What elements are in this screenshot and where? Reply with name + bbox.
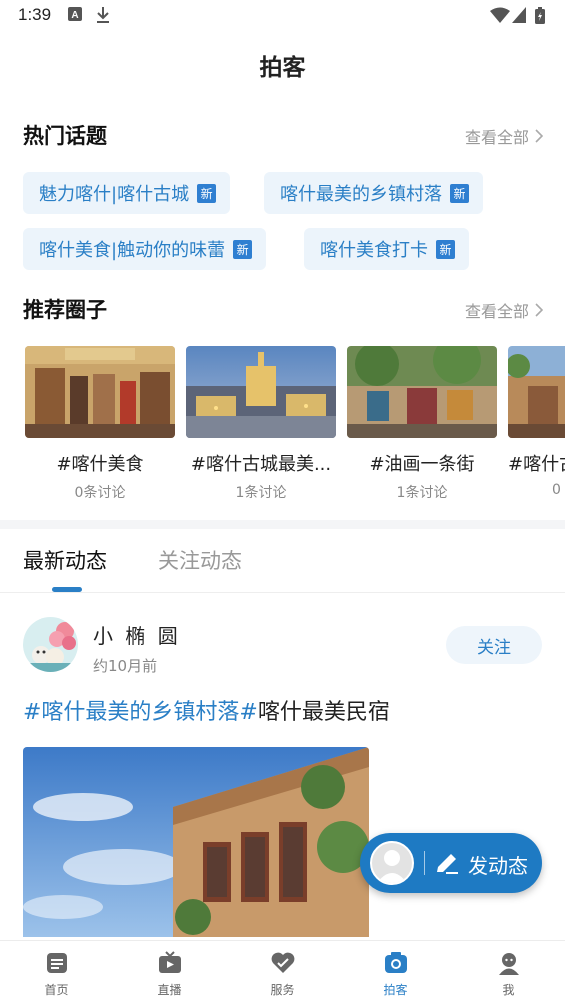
circles-header: 推荐圈子 查看全部 [23, 294, 543, 324]
download-icon [97, 7, 109, 23]
chevron-right-icon [535, 303, 543, 317]
section-divider [0, 520, 565, 529]
nav-label: 服务 [270, 983, 295, 997]
svg-text:A: A [71, 10, 78, 21]
circle-name: #油画一条街 [369, 454, 475, 475]
my-avatar [370, 841, 414, 885]
topic-label: 喀什美食|触动你的味蕾 [39, 240, 226, 261]
new-badge: 新 [233, 239, 253, 259]
circle-card[interactable]: #喀什古 0 [508, 346, 565, 498]
circle-card[interactable]: #喀什美食 0条讨论 [25, 346, 175, 502]
circles-title: 推荐圈子 [23, 298, 107, 322]
circle-image [508, 346, 565, 438]
circle-image [25, 346, 175, 438]
status-bar: 1:39 A [0, 0, 565, 32]
post-text: 喀什最美民宿 [257, 700, 390, 725]
active-tab-indicator [52, 587, 82, 592]
battery-icon [535, 7, 545, 24]
nav-label: 我 [502, 983, 515, 997]
tab-latest[interactable]: 最新动态 [23, 545, 107, 575]
post-timestamp: 约10月前 [93, 657, 158, 675]
chevron-right-icon [535, 129, 543, 143]
font-notification-icon: A [68, 7, 82, 21]
nav-item-service[interactable]: 服务 [226, 941, 339, 1004]
post-topic-tag[interactable]: #喀什最美的乡镇村落# [23, 700, 258, 725]
follow-button[interactable]: 关注 [446, 626, 542, 664]
nav-label: 首页 [44, 983, 69, 997]
topic-label: 喀什最美的乡镇村落 [280, 184, 442, 205]
circle-count: 0条讨论 [74, 485, 126, 501]
tv-icon [159, 951, 181, 973]
hot-topics-see-all[interactable]: 查看全部 [465, 124, 543, 148]
circle-name: #喀什古 [508, 454, 565, 475]
circle-count: 0 [552, 482, 561, 498]
topic-chip[interactable]: 魅力喀什|喀什古城 新 [23, 172, 231, 214]
camera-icon [385, 952, 407, 973]
post-image[interactable] [23, 747, 369, 937]
circle-name: #喀什美食 [56, 454, 144, 475]
see-all-label: 查看全部 [464, 302, 529, 321]
topic-label: 喀什美食打卡 [320, 240, 428, 261]
circle-card[interactable]: #喀什古城最美... 1条讨论 [186, 346, 336, 502]
circle-count: 1条讨论 [235, 485, 287, 501]
see-all-label: 查看全部 [464, 128, 529, 147]
page-title: 拍客 [259, 55, 306, 81]
post-new-button[interactable]: 发动态 [360, 833, 542, 893]
new-badge: 新 [436, 239, 455, 259]
fab-label: 发动态 [468, 854, 528, 878]
nav-item-home[interactable]: 首页 [0, 941, 113, 1004]
pencil-icon [437, 854, 458, 874]
circle-name: #喀什古城最美... [190, 454, 332, 475]
new-badge: 新 [197, 183, 217, 203]
home-icon [47, 953, 67, 973]
nav-item-paike[interactable]: 拍客 [339, 941, 452, 1004]
signal-icon [512, 7, 526, 23]
feed-tabs: 最新动态 关注动态 [0, 529, 565, 593]
topic-label: 魅力喀什|喀什古城 [39, 184, 190, 205]
user-icon [499, 953, 519, 975]
post-username[interactable]: 小 椭 圆 [93, 620, 181, 649]
topic-chip[interactable]: 喀什最美的乡镇村落 新 [264, 172, 483, 214]
bottom-nav: 首页 直播 服务 拍客 我 [0, 940, 565, 1004]
circles-carousel[interactable]: #喀什美食 0条讨论 #喀什古城最美... 1条讨论 #油画一条街 1条讨论 #… [25, 346, 565, 506]
circle-image [186, 346, 336, 438]
tab-following[interactable]: 关注动态 [158, 545, 242, 575]
circles-see-all[interactable]: 查看全部 [465, 298, 543, 322]
circle-image [347, 346, 497, 438]
new-badge: 新 [450, 183, 469, 203]
avatar[interactable] [23, 617, 78, 672]
nav-item-me[interactable]: 我 [452, 941, 565, 1004]
status-time: 1:39 [18, 5, 52, 24]
nav-item-live[interactable]: 直播 [113, 941, 226, 1004]
topic-chip[interactable]: 喀什美食|触动你的味蕾 新 [23, 228, 267, 270]
circle-card[interactable]: #油画一条街 1条讨论 [347, 346, 497, 502]
nav-label: 拍客 [383, 983, 408, 997]
topic-chip[interactable]: 喀什美食打卡 新 [304, 228, 469, 270]
heart-icon [271, 952, 295, 973]
hot-topics-title: 热门话题 [23, 124, 107, 148]
circle-count: 1条讨论 [396, 485, 448, 501]
nav-label: 直播 [157, 983, 182, 997]
post-content: #喀什最美的乡镇村落#喀什最美民宿 [23, 694, 390, 726]
hot-topics-header: 热门话题 查看全部 [23, 120, 543, 150]
fab-separator [424, 851, 425, 875]
wifi-icon [490, 7, 510, 23]
